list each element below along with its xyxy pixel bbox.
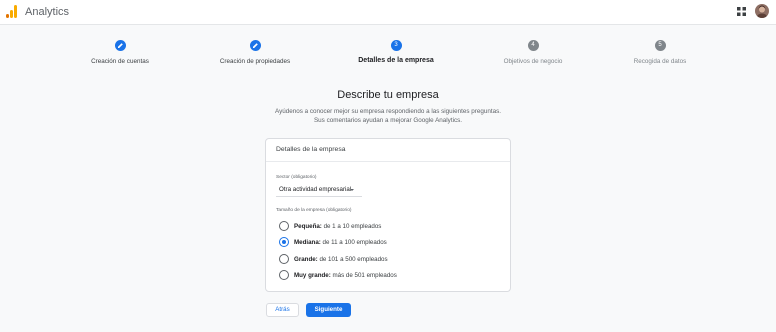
radio-button[interactable] [279, 221, 289, 231]
size-option-label: Mediana: de 11 a 100 empleados [294, 238, 387, 246]
step-4-label: Objetivos de negocio [503, 58, 563, 65]
step-account-creation: Creación de cuentas [50, 40, 190, 65]
step-business-goals: 4 Objetivos de negocio [463, 40, 603, 65]
size-option-label: Grande: de 101 a 500 empleados [294, 255, 388, 263]
step-3-label: Detalles de la empresa [358, 57, 434, 64]
sector-select[interactable]: Otra actividad empresarial [276, 183, 362, 197]
radio-button[interactable] [279, 270, 289, 280]
step-2-circle [249, 40, 261, 51]
step-data-collection: 5 Recogida de datos [590, 40, 730, 65]
radio-button-checked[interactable] [279, 237, 289, 247]
step-business-details: 3 Detalles de la empresa [326, 40, 466, 64]
step-property-creation: Creación de propiedades [185, 40, 325, 65]
step-5-label: Recogida de datos [633, 58, 687, 65]
page-title: Describe tu empresa [337, 89, 439, 101]
step-1-label: Creación de cuentas [91, 58, 149, 65]
step-1-circle [114, 40, 126, 51]
step-4-circle: 4 [527, 40, 539, 51]
size-option-very-large[interactable]: Muy grande: más de 501 empleados [279, 270, 479, 280]
size-option-small[interactable]: Pequeña: de 1 a 10 empleados [279, 221, 479, 231]
size-option-large[interactable]: Grande: de 101 a 500 empleados [279, 254, 479, 264]
next-button[interactable]: Siguiente [306, 303, 351, 317]
step-5-circle: 5 [654, 40, 666, 51]
top-app-bar: Analytics [0, 0, 776, 25]
size-option-label: Pequeña: de 1 a 10 empleados [294, 222, 382, 230]
radio-dot [282, 240, 286, 244]
subtitle-line-2: Sus comentarios ayudan a mejorar Google … [313, 116, 463, 124]
company-size-label: Tamaño de la empresa (obligatorio) [276, 208, 352, 213]
step-3-circle: 3 [390, 40, 402, 51]
size-option-label: Muy grande: más de 501 empleados [294, 271, 397, 279]
sector-label: Sector (obligatorio) [276, 175, 317, 180]
edit-pencil-icon [252, 43, 258, 48]
size-option-medium[interactable]: Mediana: de 11 a 100 empleados [279, 237, 479, 247]
dropdown-arrow-icon [350, 189, 354, 191]
apps-grid-icon[interactable] [737, 7, 746, 16]
step-4-number: 4 [531, 42, 535, 48]
step-5-number: 5 [658, 42, 662, 48]
subtitle-line-1: Ayúdenos a conocer mejor su empresa resp… [274, 108, 501, 115]
app-title: Analytics [25, 6, 70, 18]
card-header: Detalles de la empresa [266, 139, 510, 162]
sector-select-value: Otra actividad empresarial [279, 186, 352, 193]
user-avatar[interactable] [755, 4, 769, 18]
back-button[interactable]: Atrás [266, 303, 299, 317]
card-title: Detalles de la empresa [276, 146, 346, 153]
business-details-card: Detalles de la empresa Sector (obligator… [265, 138, 511, 292]
page-subtitle: Ayúdenos a conocer mejor su empresa resp… [0, 108, 776, 125]
edit-pencil-icon [117, 43, 123, 48]
progress-stepper: Creación de cuentas Creación de propieda… [0, 40, 776, 70]
step-2-label: Creación de propiedades [219, 58, 291, 65]
radio-button[interactable] [279, 254, 289, 264]
step-3-number: 3 [394, 42, 398, 48]
analytics-logo-icon[interactable] [6, 5, 17, 18]
